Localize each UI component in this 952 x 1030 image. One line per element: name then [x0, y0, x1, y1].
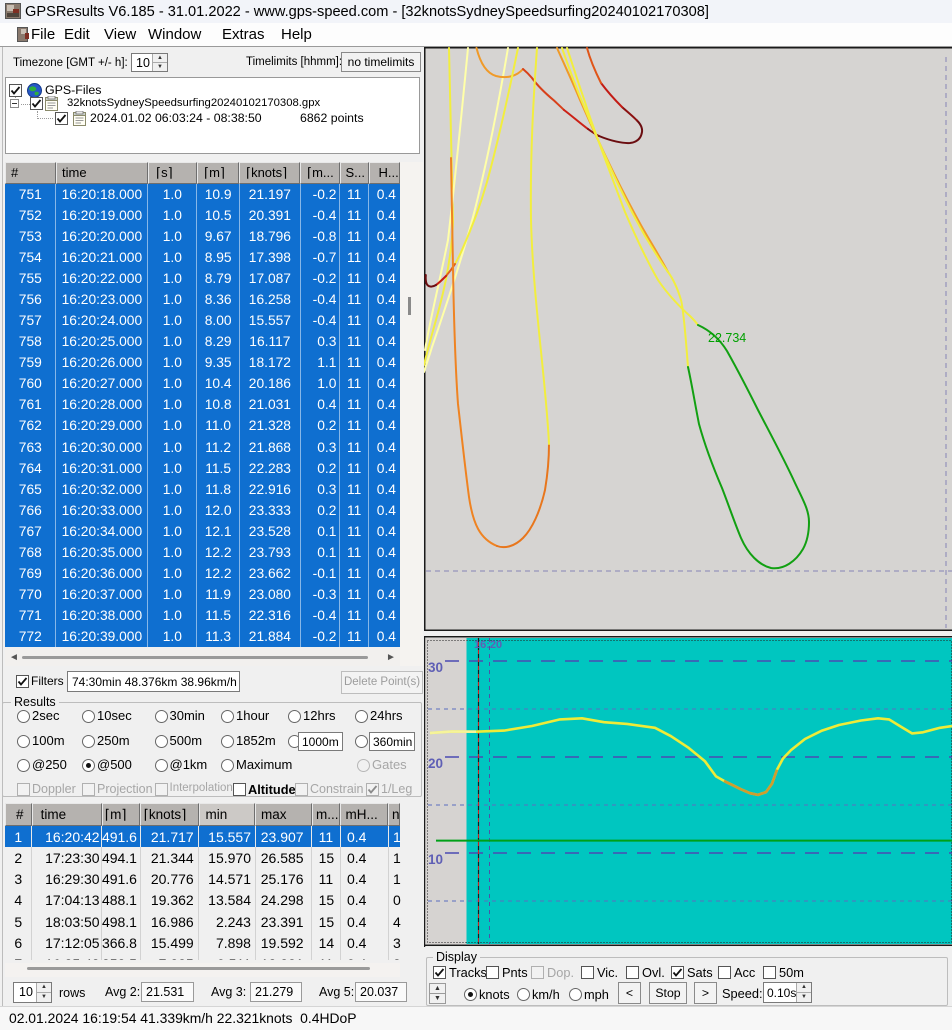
- svg-text:22.734: 22.734: [708, 331, 746, 345]
- svg-text:20: 20: [428, 756, 443, 771]
- svg-text:16:20: 16:20: [474, 639, 502, 651]
- svg-text:10: 10: [428, 852, 443, 867]
- svg-text:30: 30: [428, 660, 443, 675]
